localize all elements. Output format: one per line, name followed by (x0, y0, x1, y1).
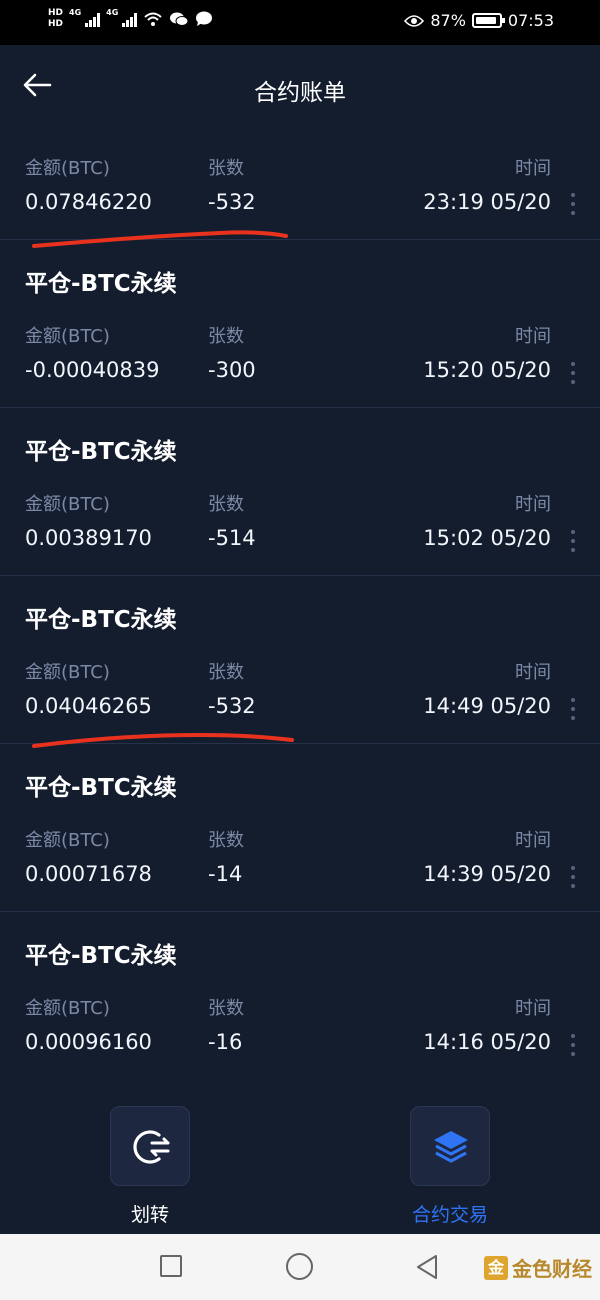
more-options-icon[interactable] (570, 698, 576, 724)
time-label: 时间 (515, 830, 551, 851)
more-options-icon[interactable] (570, 1034, 576, 1060)
count-value: -532 (208, 694, 256, 718)
signal-icon-2 (122, 11, 138, 27)
count-label: 张数 (208, 158, 244, 179)
message-icon (196, 11, 213, 26)
app-header: 合约账单 (0, 45, 600, 130)
contract-trade-button[interactable] (410, 1106, 490, 1186)
time-label: 时间 (515, 494, 551, 515)
count-value: -14 (208, 862, 243, 886)
time-label: 时间 (515, 662, 551, 683)
record-title: 平仓-BTC永续 (25, 775, 177, 801)
count-value: -514 (208, 526, 256, 550)
bill-record[interactable]: 平仓-BTC永续 金额(BTC) 张数 时间 -0.00040839 -300 … (0, 240, 600, 408)
hd-badge-1: HD (48, 8, 64, 18)
record-title: 平仓-BTC永续 (25, 271, 177, 297)
amount-value: 0.04046265 (25, 694, 152, 718)
time-value: 23:19 05/20 (423, 190, 551, 214)
count-value: -300 (208, 358, 256, 382)
eye-icon (404, 14, 425, 27)
bill-record[interactable]: 平仓-BTC永续 金额(BTC) 张数 时间 0.00071678 -14 14… (0, 744, 600, 912)
time-value: 15:20 05/20 (423, 358, 551, 382)
page-title: 合约账单 (254, 80, 346, 106)
amount-label: 金额(BTC) (25, 494, 110, 515)
transfer-button[interactable] (110, 1106, 190, 1186)
more-options-icon[interactable] (570, 193, 576, 219)
bill-record[interactable]: 平仓-BTC永续 金额(BTC) 张数 时间 0.00096160 -16 14… (0, 912, 600, 1080)
transfer-label[interactable]: 划转 (70, 1200, 230, 1227)
time-value: 14:16 05/20 (423, 1030, 551, 1054)
bill-record[interactable]: 平仓-BTC永续 金额(BTC) 张数 时间 0.00389170 -514 1… (0, 408, 600, 576)
count-label: 张数 (208, 998, 244, 1019)
count-label: 张数 (208, 326, 244, 347)
amount-label: 金额(BTC) (25, 326, 110, 347)
count-value: -16 (208, 1030, 243, 1054)
amount-label: 金额(BTC) (25, 662, 110, 683)
battery-percent: 87% (430, 11, 466, 30)
bill-list: 金额(BTC) 张数 时间 0.07846220 -532 23:19 05/2… (0, 130, 600, 1080)
home-icon[interactable] (286, 1253, 313, 1280)
amount-value: -0.00040839 (25, 358, 160, 382)
amount-value: 0.00071678 (25, 862, 152, 886)
status-right: 87% 07:53 (404, 11, 554, 30)
more-options-icon[interactable] (570, 362, 576, 388)
clock: 07:53 (507, 11, 554, 30)
time-label: 时间 (515, 998, 551, 1019)
time-label: 时间 (515, 158, 551, 179)
bill-record[interactable]: 金额(BTC) 张数 时间 0.07846220 -532 23:19 05/2… (0, 130, 600, 240)
back-triangle-icon[interactable] (414, 1253, 440, 1281)
status-bar: HD HD 4G 4G 87% 07:53 (0, 0, 600, 45)
hd-badge-2: HD (48, 19, 64, 29)
record-title: 平仓-BTC永续 (25, 439, 177, 465)
watermark-logo: 金 (484, 1255, 508, 1280)
system-nav-bar: 金 金色财经 (0, 1234, 600, 1300)
time-value: 15:02 05/20 (423, 526, 551, 550)
transfer-icon (133, 1130, 170, 1164)
bill-record[interactable]: 平仓-BTC永续 金额(BTC) 张数 时间 0.04046265 -532 1… (0, 576, 600, 744)
recent-apps-icon[interactable] (160, 1255, 182, 1277)
amount-label: 金额(BTC) (25, 158, 110, 179)
watermark-text: 金色财经 (512, 1257, 592, 1281)
amount-value: 0.07846220 (25, 190, 152, 214)
network-type-1: 4G (69, 8, 82, 17)
more-options-icon[interactable] (570, 530, 576, 556)
count-label: 张数 (208, 830, 244, 851)
count-label: 张数 (208, 662, 244, 683)
count-label: 张数 (208, 494, 244, 515)
record-title: 平仓-BTC永续 (25, 607, 177, 633)
network-type-2: 4G (106, 8, 119, 17)
record-title: 平仓-BTC永续 (25, 943, 177, 969)
status-left: HD HD 4G 4G (48, 8, 213, 30)
watermark: 金 金色财经 (484, 1253, 592, 1282)
amount-label: 金额(BTC) (25, 830, 110, 851)
hd-indicators: HD HD (48, 8, 63, 30)
layers-icon (434, 1131, 468, 1163)
battery-icon (471, 13, 505, 28)
contract-trade-label[interactable]: 合约交易 (370, 1200, 530, 1227)
time-value: 14:49 05/20 (423, 694, 551, 718)
wechat-icon (170, 12, 189, 26)
more-options-icon[interactable] (570, 866, 576, 892)
time-label: 时间 (515, 326, 551, 347)
wifi-icon (144, 12, 162, 26)
bottom-action-bar: 划转 合约交易 (0, 1078, 600, 1234)
time-value: 14:39 05/20 (423, 862, 551, 886)
signal-icon (85, 11, 101, 27)
amount-value: 0.00389170 (25, 526, 152, 550)
amount-label: 金额(BTC) (25, 998, 110, 1019)
count-value: -532 (208, 190, 256, 214)
amount-value: 0.00096160 (25, 1030, 152, 1054)
